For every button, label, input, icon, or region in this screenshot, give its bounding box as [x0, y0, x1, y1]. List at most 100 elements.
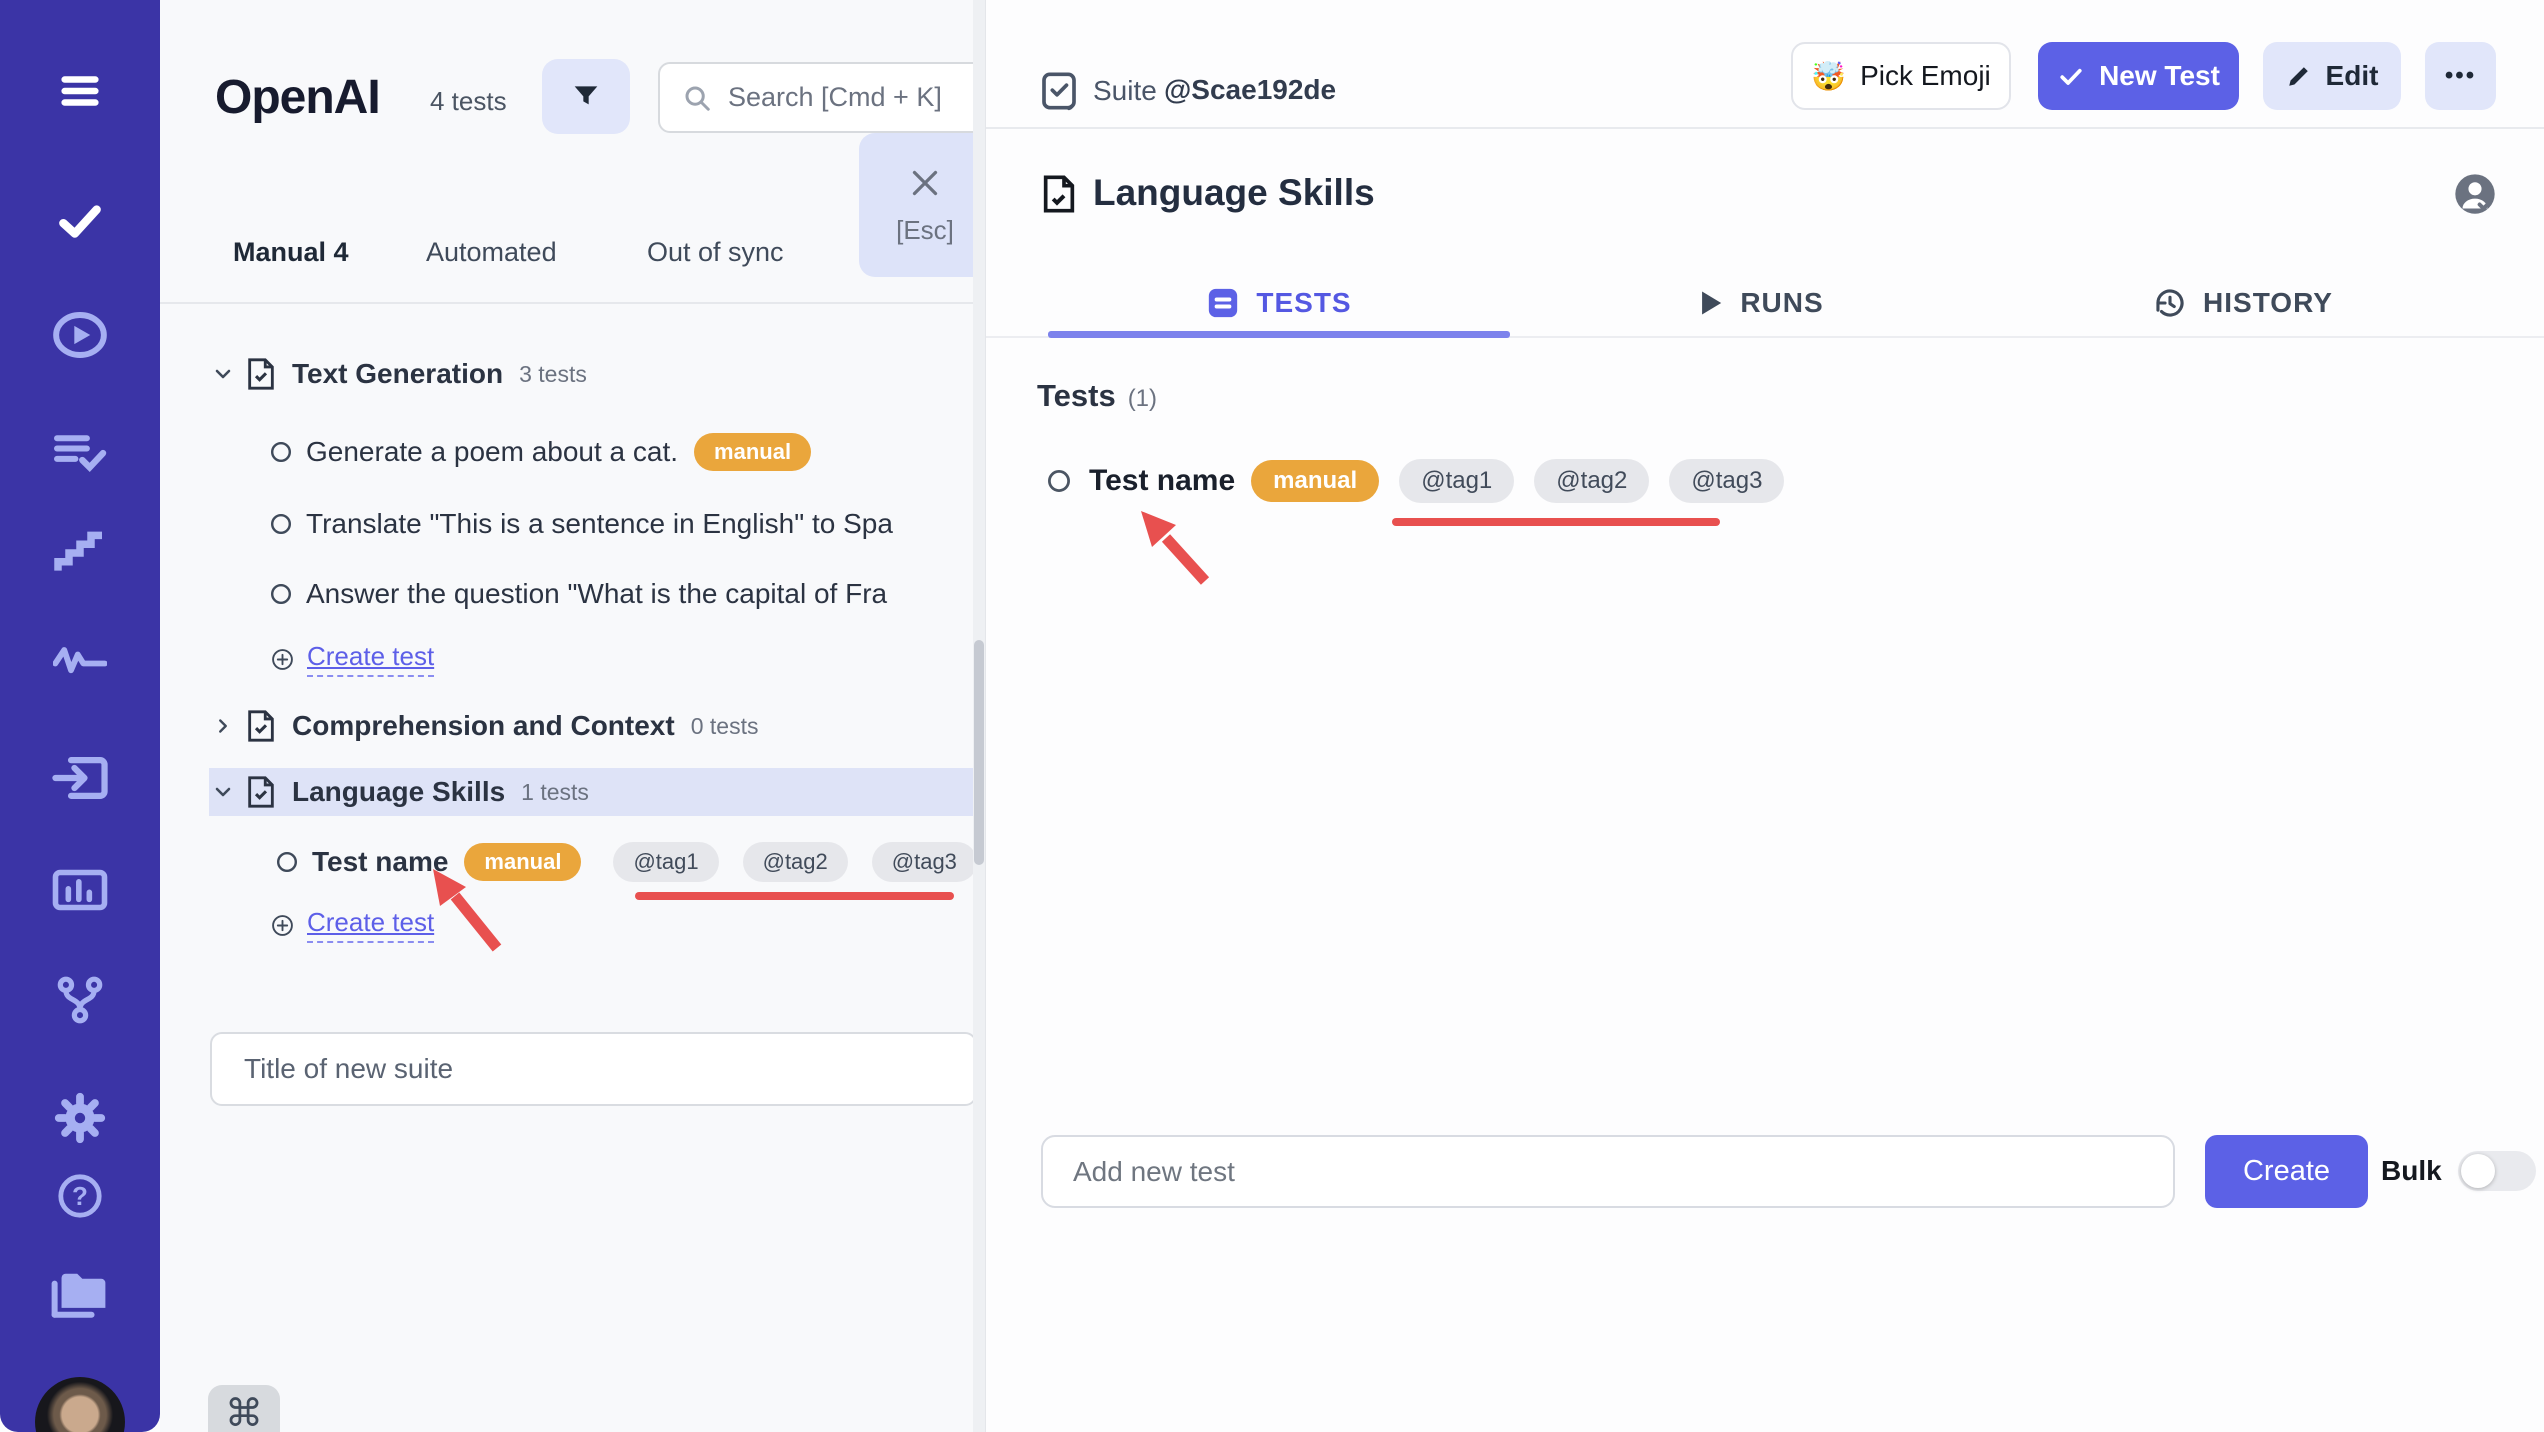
edit-label: Edit — [2325, 60, 2379, 91]
document-check-icon — [246, 357, 276, 391]
create-button[interactable]: Create — [2205, 1135, 2368, 1208]
help-icon[interactable]: ? — [54, 1172, 106, 1220]
tests-heading-label: Tests — [1037, 378, 1116, 413]
tab-out-of-sync[interactable]: Out of sync — [647, 230, 784, 274]
assignee-avatar-icon[interactable] — [2454, 173, 2496, 215]
suite-detail-panel: Suite @Scae192de 🤯 Pick Emoji New Test E… — [985, 0, 2544, 1432]
document-check-icon — [246, 775, 276, 809]
history-clock-icon — [2153, 286, 2187, 320]
tag-pill[interactable]: @tag3 — [1669, 459, 1785, 503]
tab-label: HISTORY — [2203, 287, 2333, 318]
tag-pill[interactable]: @tag2 — [742, 842, 848, 882]
app-root: ? OpenAI 4 tests Search [Cmd + K] [Esc] … — [0, 0, 2544, 1432]
pick-emoji-button[interactable]: 🤯 Pick Emoji — [1791, 42, 2011, 110]
test-row[interactable]: Generate a poem about a cat. manual — [160, 428, 985, 476]
suite-count: 0 tests — [690, 712, 759, 739]
tag-pill[interactable]: @tag2 — [1534, 459, 1650, 503]
list-check-icon[interactable] — [52, 429, 108, 475]
active-tab-underline — [1048, 331, 1510, 338]
tests-card-icon — [1206, 286, 1240, 320]
close-search-overlay[interactable]: [Esc] — [859, 133, 985, 277]
tab-label: RUNS — [1740, 287, 1824, 318]
test-status-icon — [1047, 469, 1071, 493]
tab-manual[interactable]: Manual 4 — [233, 230, 349, 274]
tag-pill[interactable]: @tag1 — [613, 842, 719, 882]
create-test-row: Create test — [160, 903, 985, 947]
suite-row-text-generation[interactable]: Text Generation 3 tests — [160, 350, 985, 398]
check-icon[interactable] — [52, 195, 108, 245]
plus-circle-icon[interactable] — [271, 914, 294, 937]
more-options-button[interactable]: ••• — [2425, 42, 2496, 110]
chevron-right-icon[interactable] — [210, 715, 236, 737]
test-status-icon — [270, 583, 292, 605]
command-key-badge: ⌘ — [208, 1385, 280, 1432]
test-row[interactable]: Answer the question "What is the capital… — [160, 570, 985, 618]
search-input[interactable]: Search [Cmd + K] — [658, 62, 985, 133]
svg-text:?: ? — [72, 1181, 88, 1211]
add-test-placeholder: Add new test — [1073, 1155, 1235, 1187]
stairs-icon[interactable] — [53, 531, 107, 575]
suite-handle: @Scae192de — [1164, 74, 1337, 105]
new-test-button[interactable]: New Test — [2038, 42, 2239, 110]
suite-count: 3 tests — [519, 360, 587, 387]
suite-row-comprehension[interactable]: Comprehension and Context 0 tests — [160, 702, 985, 750]
test-name: Test name — [312, 846, 449, 877]
check-icon — [2057, 62, 2085, 90]
scrollbar-thumb[interactable] — [974, 640, 984, 865]
create-test-row: Create test — [160, 637, 985, 681]
new-suite-placeholder: Title of new suite — [244, 1053, 454, 1084]
user-avatar[interactable] — [35, 1377, 125, 1432]
folder-icon[interactable] — [50, 1268, 110, 1320]
tests-section-heading: Tests (1) — [1037, 378, 1157, 414]
tab-history[interactable]: HISTORY — [2012, 270, 2474, 336]
chevron-down-icon[interactable] — [210, 780, 236, 804]
test-row-test-name[interactable]: Test name manual @tag1 @tag2 @tag3 — [160, 838, 985, 886]
activity-icon[interactable] — [53, 642, 107, 676]
chevron-down-icon[interactable] — [210, 362, 236, 386]
bulk-label: Bulk — [2381, 1155, 2442, 1186]
suite-row-language-skills-selected[interactable]: Language Skills 1 tests — [209, 768, 985, 816]
create-test-link[interactable]: Create test — [307, 907, 435, 943]
tag-pill[interactable]: @tag3 — [871, 842, 977, 882]
plus-circle-icon[interactable] — [271, 648, 294, 671]
filter-button[interactable] — [542, 59, 630, 134]
play-icon — [1698, 289, 1724, 317]
bulk-toggle[interactable] — [2458, 1151, 2536, 1191]
edit-button[interactable]: Edit — [2263, 42, 2401, 110]
document-check-icon — [246, 709, 276, 743]
project-title: OpenAI — [215, 71, 381, 124]
play-circle-icon[interactable] — [50, 310, 110, 360]
suite-name: Comprehension and Context — [292, 710, 675, 741]
git-branch-icon[interactable] — [54, 976, 106, 1024]
ellipsis-icon: ••• — [2444, 62, 2477, 89]
add-test-input[interactable]: Add new test — [1041, 1135, 2175, 1208]
tab-tests[interactable]: TESTS — [1048, 270, 1510, 336]
create-test-link[interactable]: Create test — [307, 641, 435, 677]
exit-icon[interactable] — [51, 755, 109, 801]
test-status-icon — [270, 441, 292, 463]
tab-runs[interactable]: RUNS — [1530, 270, 1992, 336]
test-name: Test name — [1089, 464, 1236, 497]
funnel-icon — [570, 81, 602, 113]
command-icon: ⌘ — [225, 1393, 263, 1432]
gear-icon[interactable] — [52, 1092, 108, 1144]
bar-chart-icon[interactable] — [52, 869, 108, 911]
test-row[interactable]: Translate "This is a sentence in English… — [160, 500, 985, 548]
test-status-icon — [276, 851, 298, 873]
search-icon — [682, 83, 712, 113]
tag-pill[interactable]: @tag1 — [1399, 459, 1515, 503]
suites-panel: OpenAI 4 tests Search [Cmd + K] [Esc] Ma… — [160, 0, 985, 1432]
test-row-main[interactable]: Test name manual @tag1 @tag2 @tag3 — [986, 455, 2544, 507]
menu-icon[interactable] — [54, 68, 106, 114]
tab-automated[interactable]: Automated — [426, 230, 557, 274]
search-placeholder: Search [Cmd + K] — [728, 82, 942, 112]
sidebar: ? — [0, 0, 160, 1432]
page-title: Language Skills — [1093, 172, 1375, 213]
project-test-count: 4 tests — [430, 86, 507, 116]
tabs-divider — [160, 302, 985, 304]
tab-label: TESTS — [1256, 287, 1352, 318]
manual-badge: manual — [694, 433, 812, 471]
test-name: Generate a poem about a cat. — [306, 436, 679, 467]
emoji-icon: 🤯 — [1811, 60, 1847, 92]
new-suite-title-input[interactable]: Title of new suite — [210, 1032, 977, 1106]
